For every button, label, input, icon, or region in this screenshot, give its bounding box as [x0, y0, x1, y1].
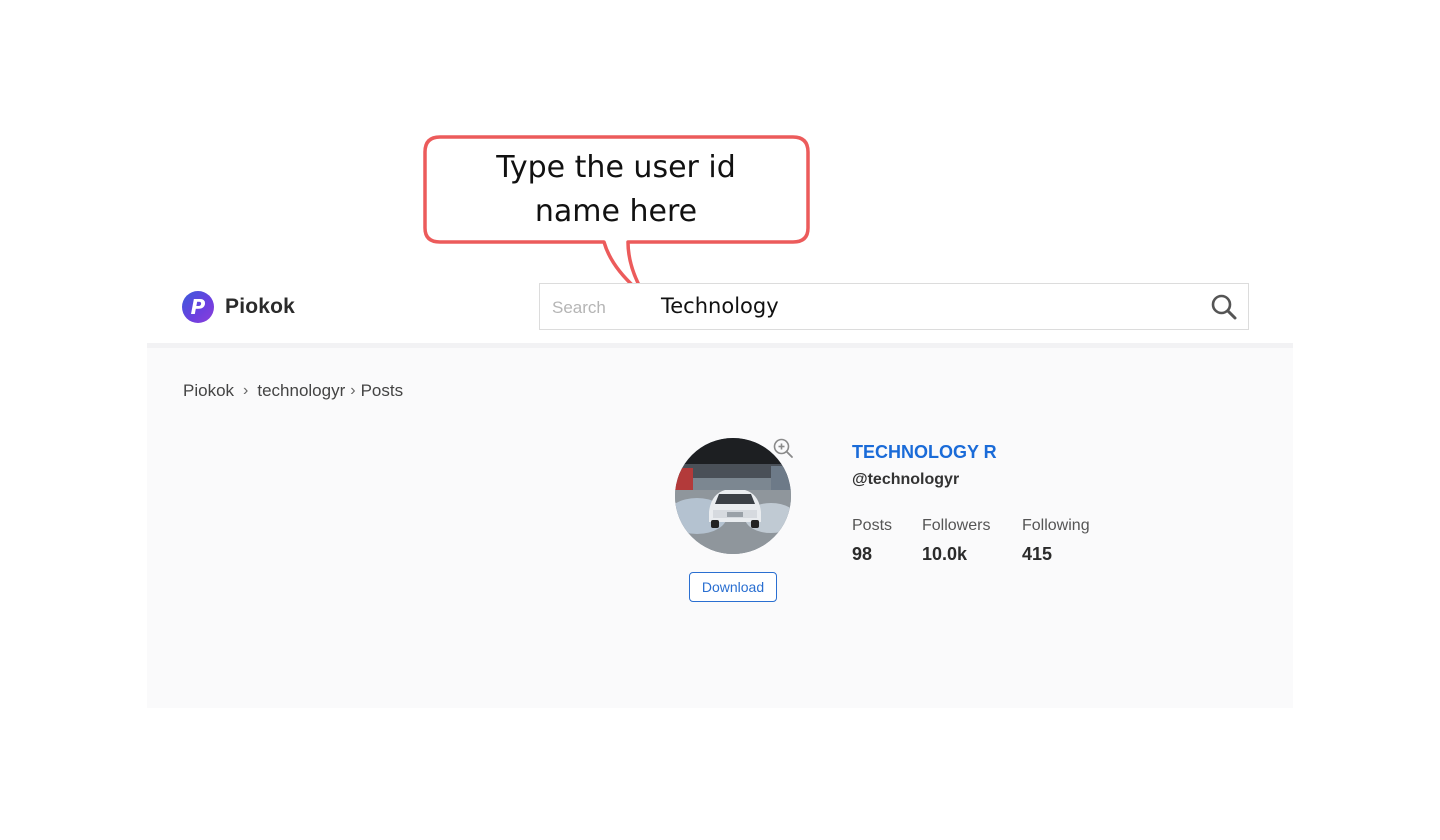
profile-handle: @technologyr — [852, 471, 960, 488]
breadcrumb: Piokok › technologyr › Posts — [183, 381, 403, 401]
profile-display-name[interactable]: TECHNOLOGY R — [852, 442, 997, 463]
zoom-in-icon[interactable] — [772, 437, 794, 459]
callout-line-2: name here — [534, 194, 698, 229]
search-button[interactable] — [1208, 291, 1240, 323]
breadcrumb-home[interactable]: Piokok — [183, 381, 234, 401]
stat-value: 98 — [852, 544, 873, 564]
chevron-right-icon: › — [243, 382, 249, 399]
search-value[interactable]: Technology — [661, 294, 779, 318]
search-placeholder: Search — [552, 298, 606, 317]
chevron-right-icon: › — [350, 382, 356, 399]
stat-posts: Posts 98 — [852, 517, 892, 565]
callout-text: Type the user id name here — [430, 146, 802, 234]
stat-followers: Followers 10.0k — [922, 517, 990, 565]
stat-value: 415 — [1022, 544, 1053, 564]
breadcrumb-posts: Posts — [360, 381, 404, 400]
breadcrumb-user[interactable]: technologyr — [257, 381, 345, 401]
logo-icon: P — [182, 291, 214, 323]
stat-value: 10.0k — [922, 544, 968, 564]
search-icon — [1211, 294, 1237, 320]
stat-label: Followers — [922, 517, 991, 534]
logo-name: Piokok — [225, 295, 296, 318]
site-logo[interactable]: P Piokok — [182, 291, 295, 323]
search-input[interactable]: Search Technology — [539, 283, 1249, 330]
stat-following: Following 415 — [1022, 517, 1090, 565]
download-button[interactable]: Download — [689, 572, 777, 602]
stat-label: Posts — [852, 517, 893, 534]
stat-label: Following — [1022, 517, 1090, 534]
callout-line-1: Type the user id — [496, 150, 736, 185]
